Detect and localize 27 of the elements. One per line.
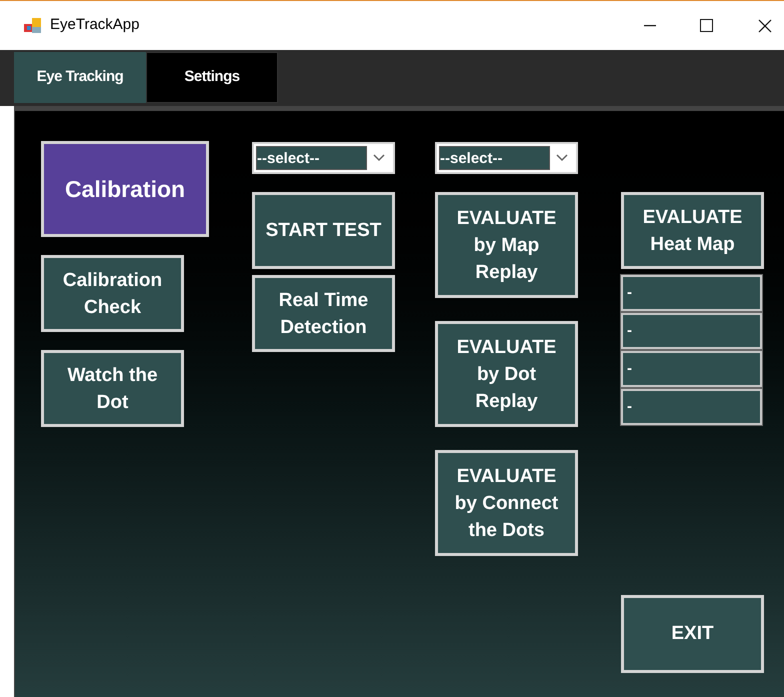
maximize-icon[interactable] bbox=[700, 19, 713, 32]
minimize-icon[interactable] bbox=[644, 24, 656, 26]
result-label: - bbox=[621, 313, 762, 349]
app-icon bbox=[24, 18, 42, 34]
close-icon[interactable] bbox=[758, 18, 772, 32]
select-dropdown[interactable]: --select-- bbox=[252, 142, 395, 174]
action-button[interactable]: Calibration Check bbox=[41, 255, 184, 332]
chevron-down-icon bbox=[373, 154, 385, 162]
exit-button[interactable]: EXIT bbox=[621, 595, 764, 673]
result-label: - bbox=[621, 389, 762, 425]
evaluate-button[interactable]: EVALUATE by Connect the Dots bbox=[435, 450, 578, 556]
result-label: - bbox=[621, 351, 762, 387]
evaluate-button[interactable]: EVALUATE by Map Replay bbox=[435, 192, 578, 298]
tab[interactable]: Eye Tracking bbox=[14, 52, 146, 103]
result-label: - bbox=[621, 275, 762, 311]
select-value: --select-- bbox=[439, 146, 550, 170]
action-button[interactable]: START TEST bbox=[252, 192, 395, 269]
chevron-down-icon bbox=[556, 154, 568, 162]
action-button[interactable]: Watch the Dot bbox=[41, 350, 184, 427]
select-value: --select-- bbox=[256, 146, 367, 170]
window-title: EyeTrackApp bbox=[50, 15, 140, 36]
calibration-button[interactable]: Calibration bbox=[41, 141, 209, 237]
evaluate-button[interactable]: EVALUATE by Dot Replay bbox=[435, 321, 578, 427]
select-dropdown[interactable]: --select-- bbox=[435, 142, 578, 174]
tab[interactable]: Settings bbox=[146, 52, 278, 103]
action-button[interactable]: EVALUATE Heat Map bbox=[621, 192, 764, 269]
action-button[interactable]: Real Time Detection bbox=[252, 275, 395, 352]
